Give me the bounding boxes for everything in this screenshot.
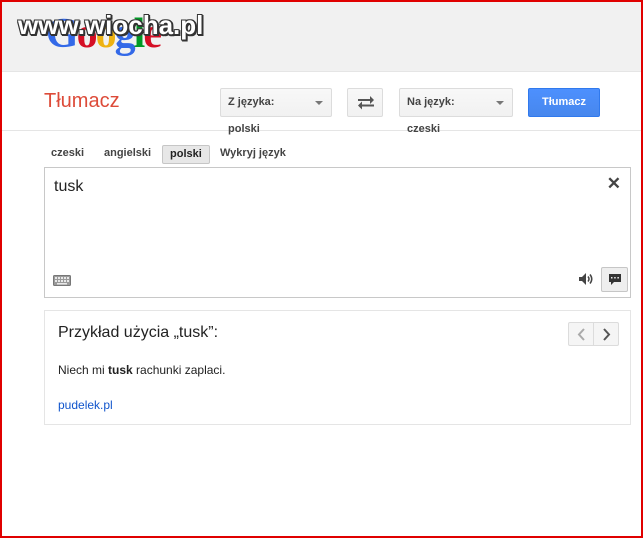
usage-example-title: Przykład użycia „tusk”: [58,324,219,341]
previous-example-button[interactable] [569,323,594,345]
source-text-area[interactable]: tusk ✕ [44,167,631,298]
usage-example-panel: Przykład użycia „tusk”: Niech mi tusk ra… [44,310,631,425]
google-header-bar: Google www.wiocha.pl [2,2,641,72]
example-source-link[interactable]: pudelek.pl [58,398,113,412]
tab-czeski[interactable]: czeski [44,145,91,164]
usage-example-sentence: Niech mi tusk rachunki zaplaci. [58,363,225,377]
chevron-right-icon [603,328,611,341]
target-language-label: Na język: czeski [407,96,455,135]
tab-detect-language[interactable]: Wykryj język [213,145,293,164]
swap-languages-button[interactable] [347,88,383,117]
tab-angielski[interactable]: angielski [97,145,158,164]
translate-toolbar: Tłumacz Z języka: polski Na język: czesk… [2,73,641,135]
source-language-label: Z języka: polski [228,96,275,135]
source-language-dropdown[interactable]: Z języka: polski [220,88,332,135]
chevron-left-icon [577,328,585,341]
tab-polski[interactable]: polski [162,145,210,164]
speaker-icon[interactable] [578,272,594,286]
sentence-part: Niech mi [58,363,109,377]
highlighted-term: tusk [108,363,133,377]
close-icon[interactable]: ✕ [607,174,621,194]
next-example-button[interactable] [594,323,619,345]
chevron-down-icon [315,101,323,105]
watermark-text: www.wiocha.pl [18,10,204,40]
comment-icon [609,274,621,285]
sentence-part: rachunki zaplaci. [132,363,226,377]
example-navigation [568,322,619,346]
swap-arrows-icon [358,96,374,110]
keyboard-icon[interactable] [53,275,71,286]
app-title: Tłumacz [44,90,120,112]
chevron-down-icon [496,101,504,105]
target-language-dropdown[interactable]: Na język: czeski [399,88,513,135]
translate-button[interactable]: Tłumacz [528,88,600,117]
suggest-translation-button[interactable] [601,267,628,292]
source-text[interactable]: tusk [54,178,83,196]
